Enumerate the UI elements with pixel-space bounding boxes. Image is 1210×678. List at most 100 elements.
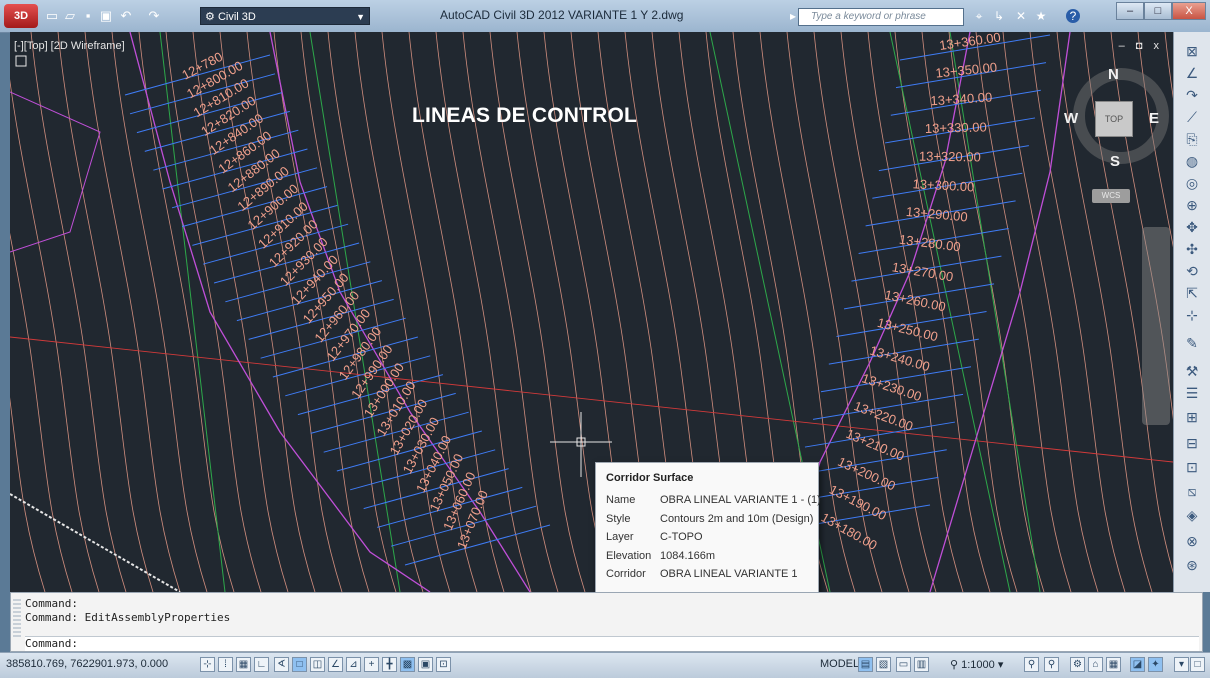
workspace-switching-icon[interactable]: ⚙ [1070,657,1085,672]
compass-east[interactable]: E [1149,110,1159,127]
profile-icon[interactable]: ⊟ [1183,434,1201,452]
tooltip-label: Corridor [606,568,646,580]
undo-icon[interactable]: ↶ [118,8,134,24]
point-icon[interactable]: ⊕ [1183,196,1201,214]
communication-icon[interactable]: ✕ [1014,9,1028,23]
lightbulb-icon[interactable]: ✦ [1148,657,1163,672]
alignment-boundary [129,32,431,592]
boundary-line [10,493,181,592]
print-icon[interactable]: ▣ [98,8,114,24]
copy-icon[interactable]: ⎘ [1183,130,1201,148]
layout-icon[interactable]: ▤ [858,657,873,672]
model-space-button[interactable]: MODEL [820,658,859,670]
application-menu-button[interactable]: 3D [4,4,38,28]
quick-view-icon[interactable]: ▧ [876,657,891,672]
command-window[interactable]: Command: Command: EditAssemblyProperties… [10,592,1203,652]
dynamic-ucs-icon[interactable]: ⊿ [346,657,361,672]
viewcube-top-face[interactable]: TOP [1095,101,1133,137]
navigation-bar[interactable] [1142,227,1170,425]
move-icon[interactable]: ✥ [1183,218,1201,236]
pan-icon[interactable]: ▭ [896,657,911,672]
green-line [889,32,1011,592]
3d-object-snap-icon[interactable]: ◫ [310,657,325,672]
window-title: AutoCAD Civil 3D 2012 VARIANTE 1 Y 2.dwg [440,8,684,22]
object-snap-tracking-icon[interactable]: ∠ [328,657,343,672]
snap-mode-icon[interactable]: ⁞ [218,657,233,672]
layer-icon[interactable]: ☰ [1183,384,1201,402]
help-icon[interactable]: ? [1066,9,1080,23]
subscription-icon[interactable]: ↳ [992,9,1006,23]
station-icon[interactable]: ⊞ [1183,408,1201,426]
binoculars-icon[interactable]: ⌖ [972,9,986,23]
open-icon[interactable]: ▱ [62,8,78,24]
isolate-objects-icon[interactable]: ◪ [1130,657,1145,672]
compass-north[interactable]: N [1108,66,1119,83]
status-menu-icon[interactable]: ▾ [1174,657,1189,672]
annotation-visibility-icon[interactable]: ⚲ [1024,657,1039,672]
target-icon[interactable]: ◎ [1183,174,1201,192]
navigate-icon[interactable]: ✣ [1183,240,1201,258]
alignment-boundary [10,91,101,253]
surface-icon[interactable]: ◈ [1183,506,1201,524]
quick-properties-icon[interactable]: ▣ [418,657,433,672]
annotation-scale[interactable]: ⚲ 1:1000 ▾ [950,658,1003,671]
infer-constraints-icon[interactable]: ⊹ [200,657,215,672]
clean-screen-icon[interactable]: □ [1190,657,1205,672]
compass-west[interactable]: W [1064,110,1078,127]
auto-scale-icon[interactable]: ⚲ [1044,657,1059,672]
parcel-icon[interactable]: ⊛ [1183,556,1201,574]
drawing-viewport[interactable]: 12+780 12+800.00 12+810.00 12+820.00 12+840.… [10,32,1173,592]
command-input[interactable]: Command: [25,636,1199,651]
lineweight-icon[interactable]: ╋ [382,657,397,672]
performance-icon[interactable]: ▦ [1106,657,1121,672]
arc-icon[interactable]: ↷ [1183,86,1201,104]
pipe-icon[interactable]: ⊗ [1183,532,1201,550]
redo-icon[interactable]: ↷ [146,8,162,24]
minimize-button[interactable]: – [1116,2,1144,20]
tooltip-title: Corridor Surface [606,472,694,484]
lock-icon[interactable]: ⌂ [1088,657,1103,672]
wcs-menu[interactable]: WCS [1092,189,1130,203]
tooltip-value: C-TOPO [660,531,703,543]
viewport-label[interactable]: [-][Top] [2D Wireframe] [14,40,125,52]
search-input[interactable]: Type a keyword or phrase [798,8,964,26]
workspace-dropdown[interactable]: ⚙ Civil 3D ▼ [200,7,370,25]
cursor-coordinates[interactable]: 385810.769, 7622901.973, 0.000 [6,658,168,670]
tooltip-row-layer: Layer C-TOPO [606,531,703,543]
selection-cycling-icon[interactable]: ⊡ [436,657,451,672]
save-icon[interactable]: ▪ [80,8,96,24]
section-icon[interactable]: ⊡ [1183,458,1201,476]
compass-south[interactable]: S [1110,153,1120,170]
polar-tracking-icon[interactable]: ∢ [274,657,289,672]
favorites-star-icon[interactable]: ★ [1034,9,1048,23]
new-icon[interactable]: ▭ [44,8,60,24]
tool-icon[interactable]: ⚒ [1183,362,1201,380]
station-label-right: 13+230.00 [860,370,923,404]
draw-line-icon[interactable]: ∠ [1183,64,1201,82]
tooltip-label: Elevation [606,550,652,562]
tooltip-label: Layer [606,531,634,543]
ortho-mode-icon[interactable]: ∟ [254,657,269,672]
grading-icon[interactable]: ⧅ [1183,482,1201,500]
zoom-icon[interactable]: ▥ [914,657,929,672]
close-button[interactable]: X [1172,2,1206,20]
tooltip-row-corridor: Corridor OBRA LINEAL VARIANTE 1 [606,568,798,580]
viewport-window-controls[interactable]: – ◘ x [1119,40,1163,52]
offset-icon[interactable]: ⇱ [1183,284,1201,302]
transparency-icon[interactable]: ▩ [400,657,415,672]
polyline-icon[interactable]: ⊠ [1183,42,1201,60]
annotation-text: LINEAS DE CONTROL [412,104,638,127]
green-line [309,32,401,592]
curve-icon[interactable]: ⟋ [1183,108,1201,126]
dynamic-input-icon[interactable]: + [364,657,379,672]
corridor-surface-tooltip: Corridor Surface Name OBRA LINEAL VARIANT… [595,462,821,599]
station-label-right: 13+280.00 [898,232,961,255]
edit-icon[interactable]: ✎ [1183,334,1201,352]
globe-icon[interactable]: ◍ [1183,152,1201,170]
rotate-icon[interactable]: ⟲ [1183,262,1201,280]
object-snap-icon[interactable]: □ [292,657,307,672]
maximize-button[interactable]: □ [1144,2,1172,20]
grid-display-icon[interactable]: ▦ [236,657,251,672]
command-window-grip[interactable] [13,599,21,639]
grip-icon[interactable]: ⊹ [1183,306,1201,324]
